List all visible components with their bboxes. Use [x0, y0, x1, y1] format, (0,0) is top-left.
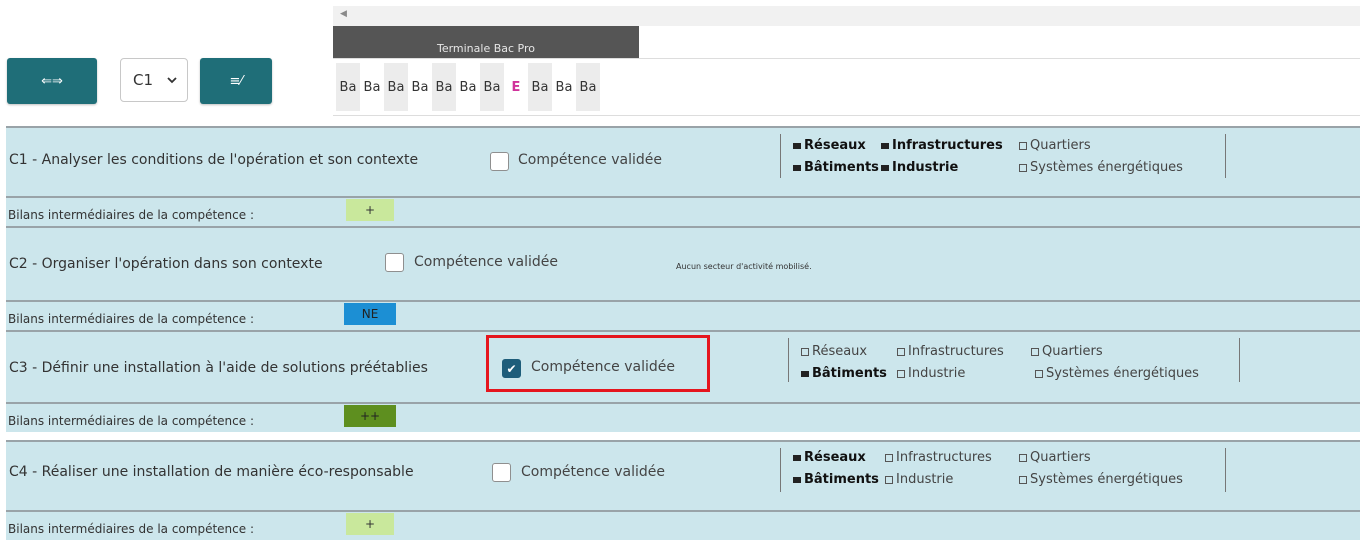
evaluation-cell[interactable]: E — [504, 63, 528, 111]
evaluation-cell[interactable]: Ba — [360, 63, 384, 111]
bilan-row-c1: Bilans intermédiaires de la compétence :… — [6, 196, 1360, 226]
sector-batiments: Bâtiments — [793, 472, 879, 487]
bilan-label: Bilans intermédiaires de la compétence : — [8, 312, 254, 326]
evaluation-cell[interactable]: Ba — [408, 63, 432, 111]
sector-infrastructures: Infrastructures — [885, 450, 992, 465]
horizontal-scrollbar[interactable] — [333, 6, 1360, 26]
competence-validated-label: Compétence validée — [518, 152, 662, 168]
sector-reseaux: Réseaux — [801, 344, 867, 359]
competence-title: C4 - Réaliser une installation de manièr… — [9, 464, 414, 480]
competence-row-c1: C1 - Analyser les conditions de l'opérat… — [6, 126, 1360, 196]
competence-title: C3 - Définir une installation à l'aide d… — [9, 360, 428, 376]
sectors-panel: Réseaux Infrastructures Quartiers Bâtime… — [780, 448, 1226, 492]
evaluation-cell[interactable]: Ba — [576, 63, 600, 111]
chevron-down-icon — [167, 76, 177, 83]
bilan-row-c4: Bilans intermédiaires de la compétence :… — [6, 510, 1360, 540]
bilan-badge[interactable]: ++ — [344, 405, 396, 427]
period-header: Terminale Bac Pro — [333, 26, 639, 58]
sector-systemes-energetiques: Systèmes énergétiques — [1019, 160, 1183, 175]
sector-reseaux: Réseaux — [793, 450, 866, 465]
competence-validated-label: Compétence validée — [521, 464, 665, 480]
sector-industrie: Industrie — [881, 160, 958, 175]
evaluation-cell[interactable]: Ba — [552, 63, 576, 111]
bilan-label: Bilans intermédiaires de la compétence : — [8, 414, 254, 428]
scroll-left-arrow-icon[interactable]: ◀ — [340, 9, 347, 19]
sector-systemes-energetiques: Systèmes énergétiques — [1019, 472, 1183, 487]
sector-industrie: Industrie — [885, 472, 953, 487]
evaluation-cell[interactable]: Ba — [384, 63, 408, 111]
apply-icon: ≡⁄ — [229, 73, 243, 89]
bilan-row-c2: Bilans intermédiaires de la compétence :… — [6, 300, 1360, 330]
evaluation-row: Ba Ba Ba Ba Ba Ba Ba E Ba Ba Ba — [333, 58, 1360, 116]
apply-button[interactable]: ≡⁄ — [200, 58, 272, 104]
bilan-label: Bilans intermédiaires de la compétence : — [8, 208, 254, 222]
bilan-label: Bilans intermédiaires de la compétence : — [8, 522, 254, 536]
sectors-panel: Réseaux Infrastructures Quartiers Bâtime… — [780, 134, 1226, 178]
no-sector-message: Aucun secteur d'activité mobilisé. — [676, 262, 812, 271]
swap-arrows-icon: ⇐⇒ — [41, 73, 63, 89]
evaluation-cell[interactable]: Ba — [456, 63, 480, 111]
sector-infrastructures: Infrastructures — [897, 344, 1004, 359]
competence-validated-label: Compétence validée — [414, 254, 558, 270]
period-title: Terminale Bac Pro — [436, 42, 536, 55]
highlight-box — [486, 335, 710, 392]
sector-quartiers: Quartiers — [1031, 344, 1103, 359]
bilan-badge[interactable]: + — [346, 513, 394, 535]
sector-infrastructures: Infrastructures — [881, 138, 1003, 153]
sector-reseaux: Réseaux — [793, 138, 866, 153]
evaluation-cell[interactable]: Ba — [528, 63, 552, 111]
sectors-panel: Réseaux Infrastructures Quartiers Bâtime… — [788, 338, 1240, 382]
bilan-badge[interactable]: NE — [344, 303, 396, 325]
evaluation-cell[interactable]: Ba — [336, 63, 360, 111]
evaluation-cell[interactable]: Ba — [480, 63, 504, 111]
sector-batiments: Bâtiments — [793, 160, 879, 175]
competence-select[interactable]: C1 — [120, 58, 188, 102]
competence-select-value: C1 — [133, 71, 154, 89]
sector-batiments: Bâtiments — [801, 366, 887, 381]
bilan-badge[interactable]: + — [346, 199, 394, 221]
competence-row-c4: C4 - Réaliser une installation de manièr… — [6, 440, 1360, 510]
bilan-row-c3: Bilans intermédiaires de la compétence :… — [6, 402, 1360, 432]
competence-title: C2 - Organiser l'opération dans son cont… — [9, 256, 323, 272]
competence-row-c2: C2 - Organiser l'opération dans son cont… — [6, 226, 1360, 300]
competence-title: C1 - Analyser les conditions de l'opérat… — [9, 152, 419, 168]
sector-quartiers: Quartiers — [1019, 138, 1091, 153]
swap-button[interactable]: ⇐⇒ — [7, 58, 97, 104]
sector-industrie: Industrie — [897, 366, 965, 381]
evaluation-cell[interactable]: Ba — [432, 63, 456, 111]
sector-systemes-energetiques: Systèmes énergétiques — [1035, 366, 1199, 381]
competence-validated-checkbox[interactable] — [490, 152, 509, 171]
competence-validated-checkbox[interactable] — [492, 463, 511, 482]
sector-quartiers: Quartiers — [1019, 450, 1091, 465]
competence-validated-checkbox[interactable] — [385, 253, 404, 272]
